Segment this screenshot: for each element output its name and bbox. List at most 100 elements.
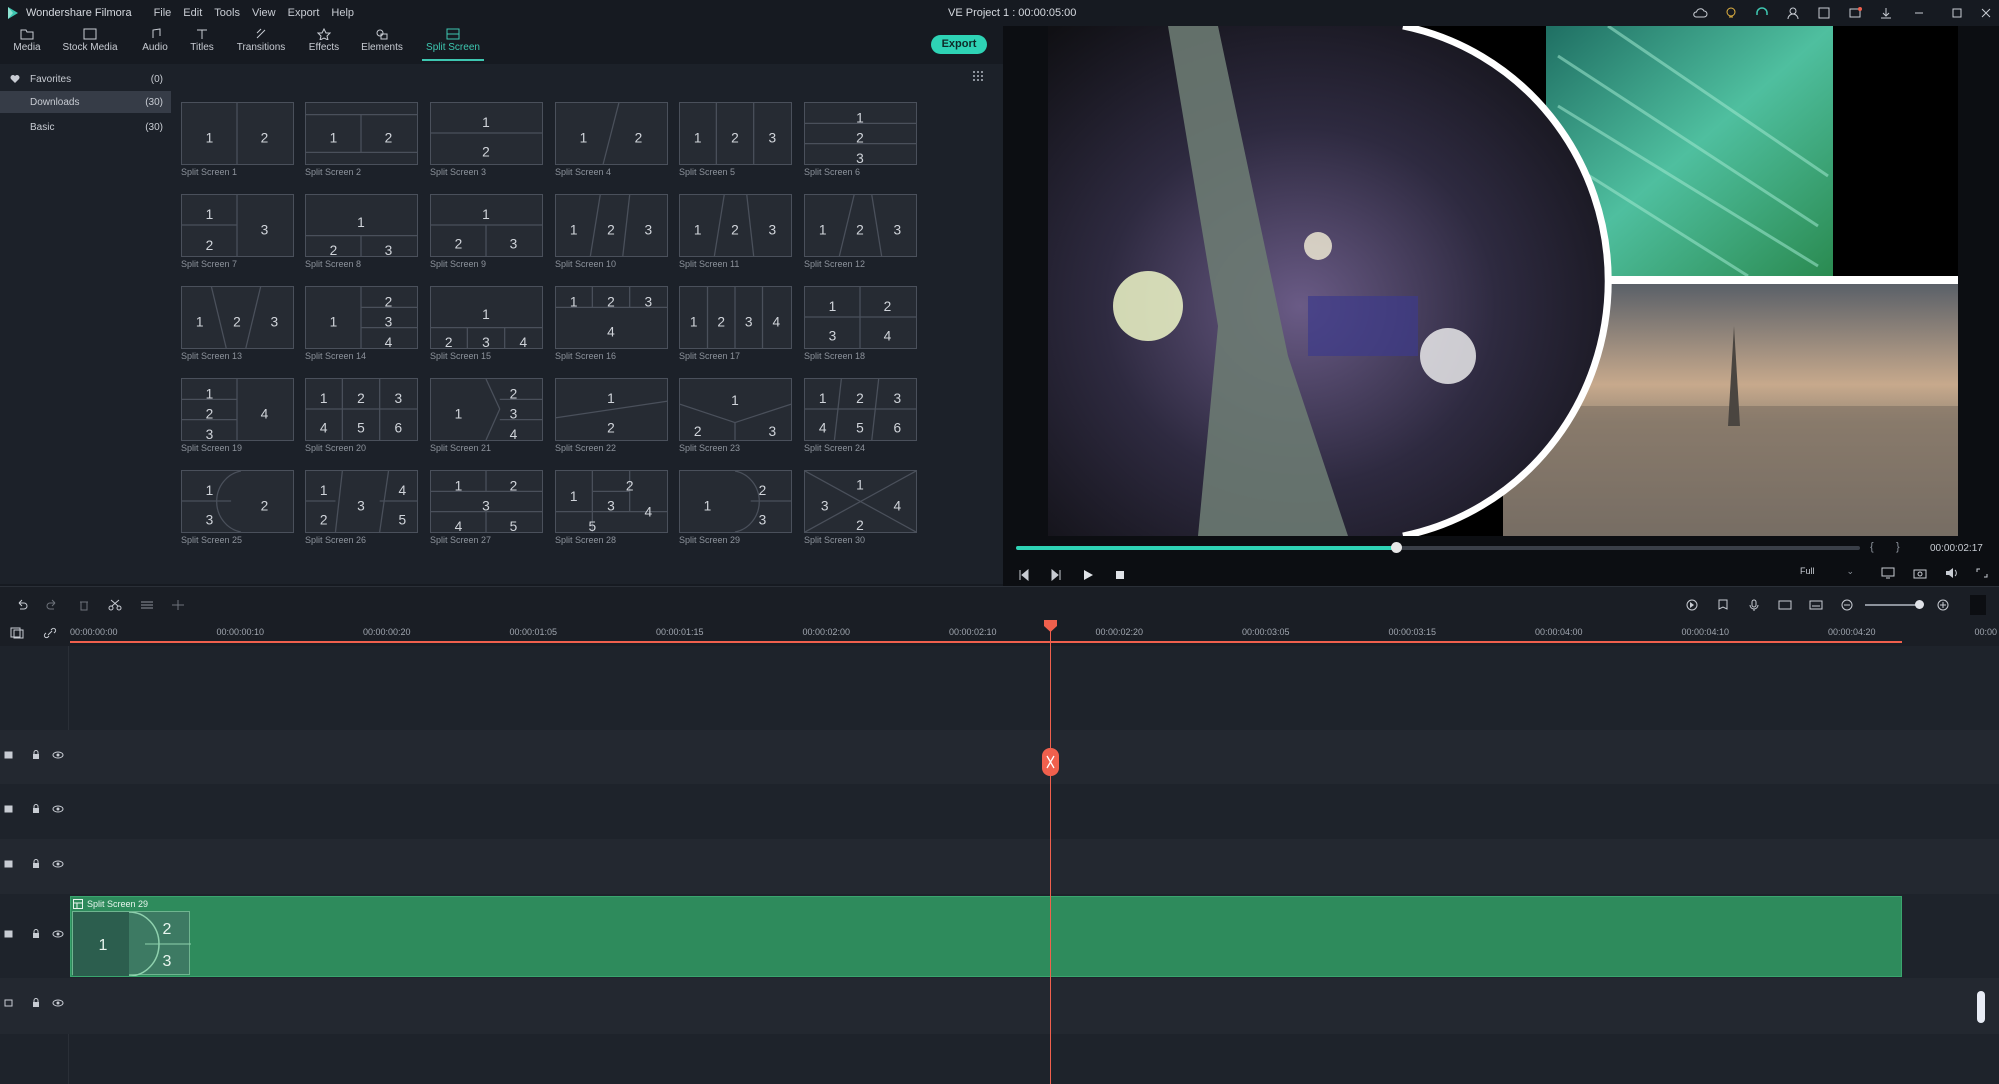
- adjust-icon[interactable]: [140, 599, 154, 611]
- split-screen-item[interactable]: 1 2 Split Screen 2: [305, 102, 418, 178]
- monitor-icon[interactable]: [1881, 567, 1895, 579]
- scrubber-handle[interactable]: [1390, 542, 1402, 553]
- menu-help[interactable]: Help: [331, 7, 354, 19]
- eye-icon[interactable]: [52, 859, 64, 869]
- delete-icon[interactable]: [77, 599, 91, 611]
- zoom-slider-handle[interactable]: [1915, 600, 1924, 609]
- headset-icon[interactable]: [1754, 5, 1770, 21]
- split-screen-item[interactable]: 1 2 3 4 5 Split Screen 28: [555, 470, 668, 546]
- split-screen-item[interactable]: 1 2 3 Split Screen 23: [679, 378, 792, 454]
- account-icon[interactable]: [1785, 5, 1801, 21]
- zoom-out-icon[interactable]: [1840, 599, 1854, 611]
- split-screen-item[interactable]: 1 2 3 Split Screen 11: [679, 194, 792, 270]
- stop-icon[interactable]: [1114, 569, 1126, 581]
- eye-icon[interactable]: [52, 929, 64, 939]
- subtitle-icon[interactable]: [1809, 599, 1823, 611]
- split-screen-item[interactable]: 1 2 Split Screen 4: [555, 102, 668, 178]
- split-screen-item[interactable]: 1 2 3 4 Split Screen 19: [181, 378, 294, 454]
- split-screen-item[interactable]: 1 2 3 Split Screen 8: [305, 194, 418, 270]
- link-icon[interactable]: [43, 627, 57, 639]
- timeline-ruler[interactable]: 00:00:00:00 00:00:00:10 00:00:00:20 00:00:0…: [0, 622, 1999, 646]
- voiceover-icon[interactable]: [1778, 599, 1792, 611]
- split-screen-item[interactable]: 1 2 3 Split Screen 6: [804, 102, 917, 178]
- message-icon[interactable]: [1847, 5, 1863, 21]
- volume-icon[interactable]: [1945, 567, 1959, 579]
- close-icon[interactable]: [1978, 5, 1994, 21]
- audio-split-icon[interactable]: [171, 599, 185, 611]
- split-screen-item[interactable]: 1 2 3 Split Screen 29: [679, 470, 792, 546]
- scroll-handle[interactable]: [1976, 990, 1986, 1024]
- split-screen-item[interactable]: 1 2 3 4 Split Screen 30: [804, 470, 917, 546]
- play-icon[interactable]: [1082, 569, 1094, 581]
- sidebar-item-basic[interactable]: Basic (30): [0, 116, 171, 138]
- redo-icon[interactable]: [45, 599, 59, 611]
- split-screen-item[interactable]: 1 2 3 Split Screen 5: [679, 102, 792, 178]
- cut-icon[interactable]: [108, 599, 122, 611]
- split-screen-item[interactable]: 1 2 3 Split Screen 25: [181, 470, 294, 546]
- save-icon[interactable]: [1816, 5, 1832, 21]
- speaker-icon[interactable]: [52, 998, 64, 1008]
- maximize-icon[interactable]: [1949, 5, 1965, 21]
- cloud-icon[interactable]: [1692, 5, 1708, 21]
- panel-toggle[interactable]: [1970, 595, 1986, 615]
- playhead[interactable]: [1050, 620, 1051, 1084]
- track-video-2[interactable]: [0, 839, 1999, 894]
- undo-icon[interactable]: [15, 599, 29, 611]
- lock-icon[interactable]: [31, 804, 41, 814]
- lock-icon[interactable]: [31, 929, 41, 939]
- tab-audio[interactable]: Audio: [140, 26, 170, 61]
- preview-viewer[interactable]: [1048, 26, 1958, 536]
- marker-icon[interactable]: [1716, 599, 1730, 611]
- export-button[interactable]: Export: [931, 35, 987, 54]
- track-video-4[interactable]: [0, 730, 1999, 784]
- split-screen-item[interactable]: 1 2 3 4 Split Screen 21: [430, 378, 543, 454]
- split-screen-item[interactable]: 1 2 3 4 5 Split Screen 27: [430, 470, 543, 546]
- split-screen-item[interactable]: 1 2 3 4 5 6 Split Screen 20: [305, 378, 418, 454]
- sidebar-item-downloads[interactable]: Downloads (30): [0, 91, 171, 113]
- tab-transitions[interactable]: Transitions: [236, 26, 286, 61]
- track-video-3[interactable]: [0, 784, 1999, 839]
- split-screen-item[interactable]: 1 2 3 4 5 Split Screen 26: [305, 470, 418, 546]
- playhead-scissors-icon[interactable]: [1042, 748, 1059, 776]
- tab-effects[interactable]: Effects: [306, 26, 342, 61]
- sidebar-item-favorites[interactable]: Favorites (0): [0, 68, 171, 90]
- split-screen-item[interactable]: 1 2 3 4 Split Screen 15: [430, 286, 543, 362]
- split-screen-item[interactable]: 1 2 3 Split Screen 7: [181, 194, 294, 270]
- tab-titles[interactable]: Titles: [188, 26, 216, 61]
- split-screen-item[interactable]: 1 2 3 Split Screen 13: [181, 286, 294, 362]
- menu-export[interactable]: Export: [288, 7, 320, 19]
- lock-icon[interactable]: [31, 750, 41, 760]
- menu-tools[interactable]: Tools: [214, 7, 240, 19]
- snapshot-icon[interactable]: [1913, 567, 1927, 579]
- split-screen-item[interactable]: 1 2 3 4 Split Screen 16: [555, 286, 668, 362]
- download-icon[interactable]: [1878, 5, 1894, 21]
- add-track-icon[interactable]: [10, 627, 24, 639]
- minimize-icon[interactable]: [1911, 5, 1927, 21]
- lock-icon[interactable]: [31, 998, 41, 1008]
- menu-view[interactable]: View: [252, 7, 276, 19]
- split-screen-item[interactable]: 1 2 3 Split Screen 9: [430, 194, 543, 270]
- split-screen-item[interactable]: 1 2 Split Screen 1: [181, 102, 294, 178]
- zoom-in-icon[interactable]: [1936, 599, 1950, 611]
- split-screen-item[interactable]: 1 2 3 4 Split Screen 14: [305, 286, 418, 362]
- mark-in-icon[interactable]: {: [1870, 541, 1874, 553]
- tab-split-screen[interactable]: Split Screen: [422, 26, 484, 61]
- step-back-icon[interactable]: [1018, 569, 1030, 581]
- split-screen-item[interactable]: 1 2 3 4 Split Screen 18: [804, 286, 917, 362]
- timeline-clip[interactable]: Split Screen 29 1 2 3: [70, 896, 1902, 977]
- mark-out-icon[interactable]: }: [1896, 541, 1900, 553]
- zoom-slider[interactable]: [1865, 600, 1924, 609]
- grid-view-icon[interactable]: [973, 71, 983, 81]
- quality-select[interactable]: Full ⌄: [1800, 566, 1858, 582]
- split-screen-item[interactable]: 1 2 3 4 Split Screen 17: [679, 286, 792, 362]
- split-screen-item[interactable]: 1 2 Split Screen 22: [555, 378, 668, 454]
- track-audio-1[interactable]: [0, 978, 1999, 1034]
- menu-edit[interactable]: Edit: [183, 7, 202, 19]
- step-forward-icon[interactable]: [1050, 569, 1062, 581]
- fullscreen-icon[interactable]: [1975, 567, 1989, 579]
- split-screen-item[interactable]: 1 2 3 Split Screen 12: [804, 194, 917, 270]
- split-screen-item[interactable]: 1 2 3 4 5 6 Split Screen 24: [804, 378, 917, 454]
- playhead-handle[interactable]: [1044, 620, 1057, 632]
- eye-icon[interactable]: [52, 750, 64, 760]
- split-screen-item[interactable]: 1 2 3 Split Screen 10: [555, 194, 668, 270]
